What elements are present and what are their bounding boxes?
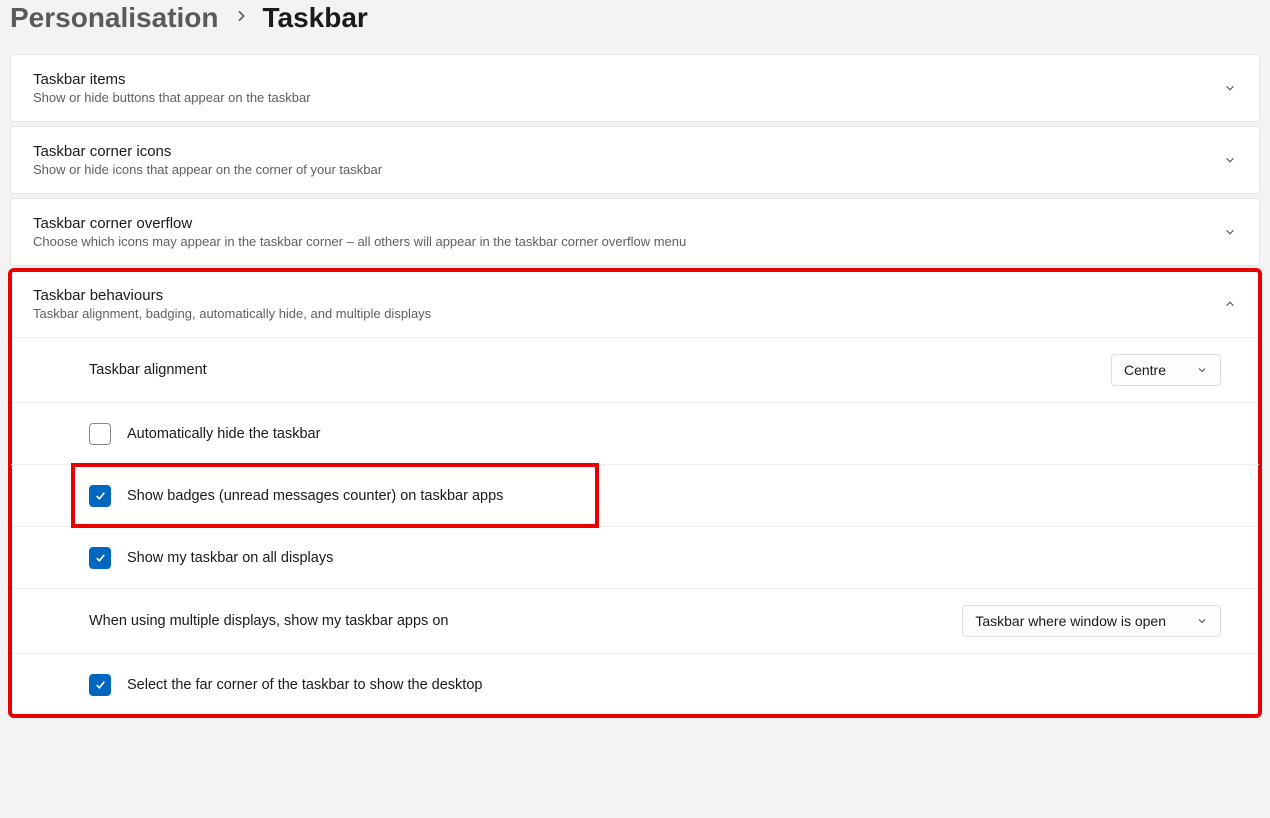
row-label: When using multiple displays, show my ta… [89,613,448,629]
check-icon [94,489,107,502]
section-header-corner-overflow[interactable]: Taskbar corner overflow Choose which ico… [11,199,1259,265]
multi-display-select[interactable]: Taskbar where window is open [962,605,1221,637]
section-corner-overflow: Taskbar corner overflow Choose which ico… [10,198,1260,266]
section-subtitle: Choose which icons may appear in the tas… [33,234,686,249]
chevron-down-icon [1223,81,1237,95]
section-header-taskbar-behaviours[interactable]: Taskbar behaviours Taskbar alignment, ba… [11,271,1259,337]
section-subtitle: Show or hide icons that appear on the co… [33,162,382,177]
section-taskbar-items: Taskbar items Show or hide buttons that … [10,54,1260,122]
section-taskbar-behaviours: Taskbar behaviours Taskbar alignment, ba… [10,270,1260,716]
chevron-down-icon [1196,364,1208,376]
row-label: Select the far corner of the taskbar to … [127,677,482,693]
row-label: Taskbar alignment [89,362,207,378]
row-taskbar-alignment: Taskbar alignment Centre [11,338,1259,402]
chevron-down-icon [1223,225,1237,239]
row-auto-hide: Automatically hide the taskbar [11,402,1259,464]
row-all-displays: Show my taskbar on all displays [11,526,1259,588]
row-multi-display: When using multiple displays, show my ta… [11,588,1259,653]
breadcrumb-parent-link[interactable]: Personalisation [10,2,219,34]
section-header-taskbar-items[interactable]: Taskbar items Show or hide buttons that … [11,55,1259,121]
show-badges-checkbox[interactable] [89,485,111,507]
section-title: Taskbar behaviours [33,287,431,304]
auto-hide-checkbox[interactable] [89,423,111,445]
breadcrumb-current: Taskbar [263,2,368,34]
behaviours-list: Taskbar alignment Centre Automatically h… [11,337,1259,715]
chevron-down-icon [1196,615,1208,627]
section-title: Taskbar corner icons [33,143,382,160]
row-far-corner: Select the far corner of the taskbar to … [11,653,1259,715]
row-label: Show badges (unread messages counter) on… [127,488,503,504]
chevron-up-icon [1223,297,1237,311]
chevron-down-icon [1223,153,1237,167]
section-title: Taskbar corner overflow [33,215,686,232]
row-label: Show my taskbar on all displays [127,550,333,566]
alignment-select[interactable]: Centre [1111,354,1221,386]
row-show-badges: Show badges (unread messages counter) on… [11,464,1259,526]
row-label: Automatically hide the taskbar [127,426,320,442]
section-subtitle: Taskbar alignment, badging, automaticall… [33,306,431,321]
section-corner-icons: Taskbar corner icons Show or hide icons … [10,126,1260,194]
chevron-right-icon [233,7,249,30]
all-displays-checkbox[interactable] [89,547,111,569]
check-icon [94,678,107,691]
alignment-value: Centre [1124,362,1166,378]
section-subtitle: Show or hide buttons that appear on the … [33,90,311,105]
check-icon [94,551,107,564]
breadcrumb: Personalisation Taskbar [10,0,1260,54]
section-header-corner-icons[interactable]: Taskbar corner icons Show or hide icons … [11,127,1259,193]
multi-display-value: Taskbar where window is open [975,613,1166,629]
section-title: Taskbar items [33,71,311,88]
far-corner-checkbox[interactable] [89,674,111,696]
